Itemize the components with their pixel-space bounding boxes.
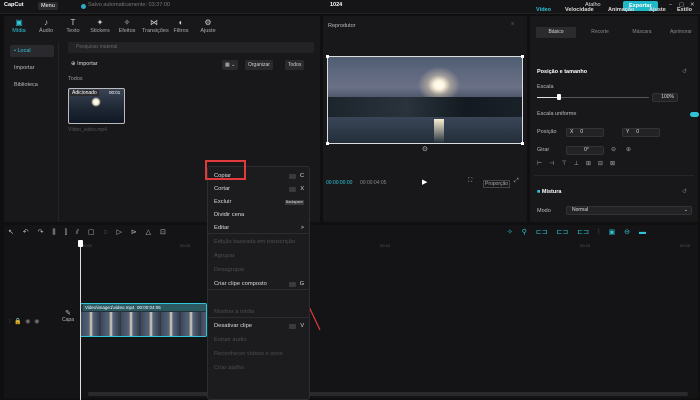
menu-item[interactable]: Agrupar bbox=[214, 251, 308, 262]
menu-item-label: Desativar clipe bbox=[214, 323, 253, 329]
menu-item-label: Agrupar bbox=[214, 253, 235, 259]
menu-item[interactable]: Dividir cena bbox=[214, 210, 308, 221]
menu-item[interactable]: Criar atalho bbox=[214, 363, 308, 374]
menu-item-label: Criar clipe composto bbox=[214, 281, 267, 287]
ctrl-key-icon bbox=[289, 187, 296, 192]
menu-item[interactable] bbox=[214, 293, 308, 304]
menu-separator bbox=[207, 289, 309, 290]
shortcut-key: C bbox=[300, 173, 304, 179]
menu-item-label: Criar atalho bbox=[214, 365, 244, 371]
menu-item-label: Dividir cena bbox=[214, 212, 245, 218]
menu-item-label: Mostrar a mídia bbox=[214, 309, 255, 315]
menu-item[interactable]: Extrair áudio bbox=[214, 335, 308, 346]
menu-item[interactable]: Cortar X bbox=[214, 184, 308, 195]
menu-item-label: Cortar bbox=[214, 186, 231, 192]
menu-item-label: Edição baseada em transcrição bbox=[214, 239, 296, 245]
annotation-arrow bbox=[248, 179, 321, 331]
menu-separator bbox=[207, 317, 309, 318]
shortcut-key: X bbox=[300, 186, 304, 192]
menu-item-label: Excluir bbox=[214, 199, 232, 205]
menu-separator bbox=[207, 233, 309, 234]
menu-item[interactable]: Excluir Backspace bbox=[214, 197, 308, 208]
menu-item[interactable]: Edição baseada em transcrição bbox=[214, 237, 308, 248]
ctrl-key-icon bbox=[289, 282, 296, 287]
menu-item-label: Extrair áudio bbox=[214, 337, 247, 343]
copy-highlight-box bbox=[205, 160, 246, 180]
menu-item-label: Editar bbox=[214, 225, 230, 231]
shortcut-key: Backspace bbox=[284, 200, 304, 205]
ctrl-key-icon bbox=[289, 324, 296, 329]
menu-item[interactable]: Desativar clipe V bbox=[214, 321, 308, 332]
shortcut-key: V bbox=[300, 323, 304, 329]
menu-item[interactable]: Reconhecer vídeos e sons bbox=[214, 349, 308, 360]
context-menu: Copiar C Cortar X Excluir Backspace Dividir ce… bbox=[207, 166, 310, 400]
menu-item-label: Desagrupar bbox=[214, 267, 245, 273]
ctrl-key-icon bbox=[289, 174, 296, 179]
menu-item[interactable]: Desagrupar bbox=[214, 265, 308, 276]
menu-item-label: Reconhecer vídeos e sons bbox=[214, 351, 283, 357]
